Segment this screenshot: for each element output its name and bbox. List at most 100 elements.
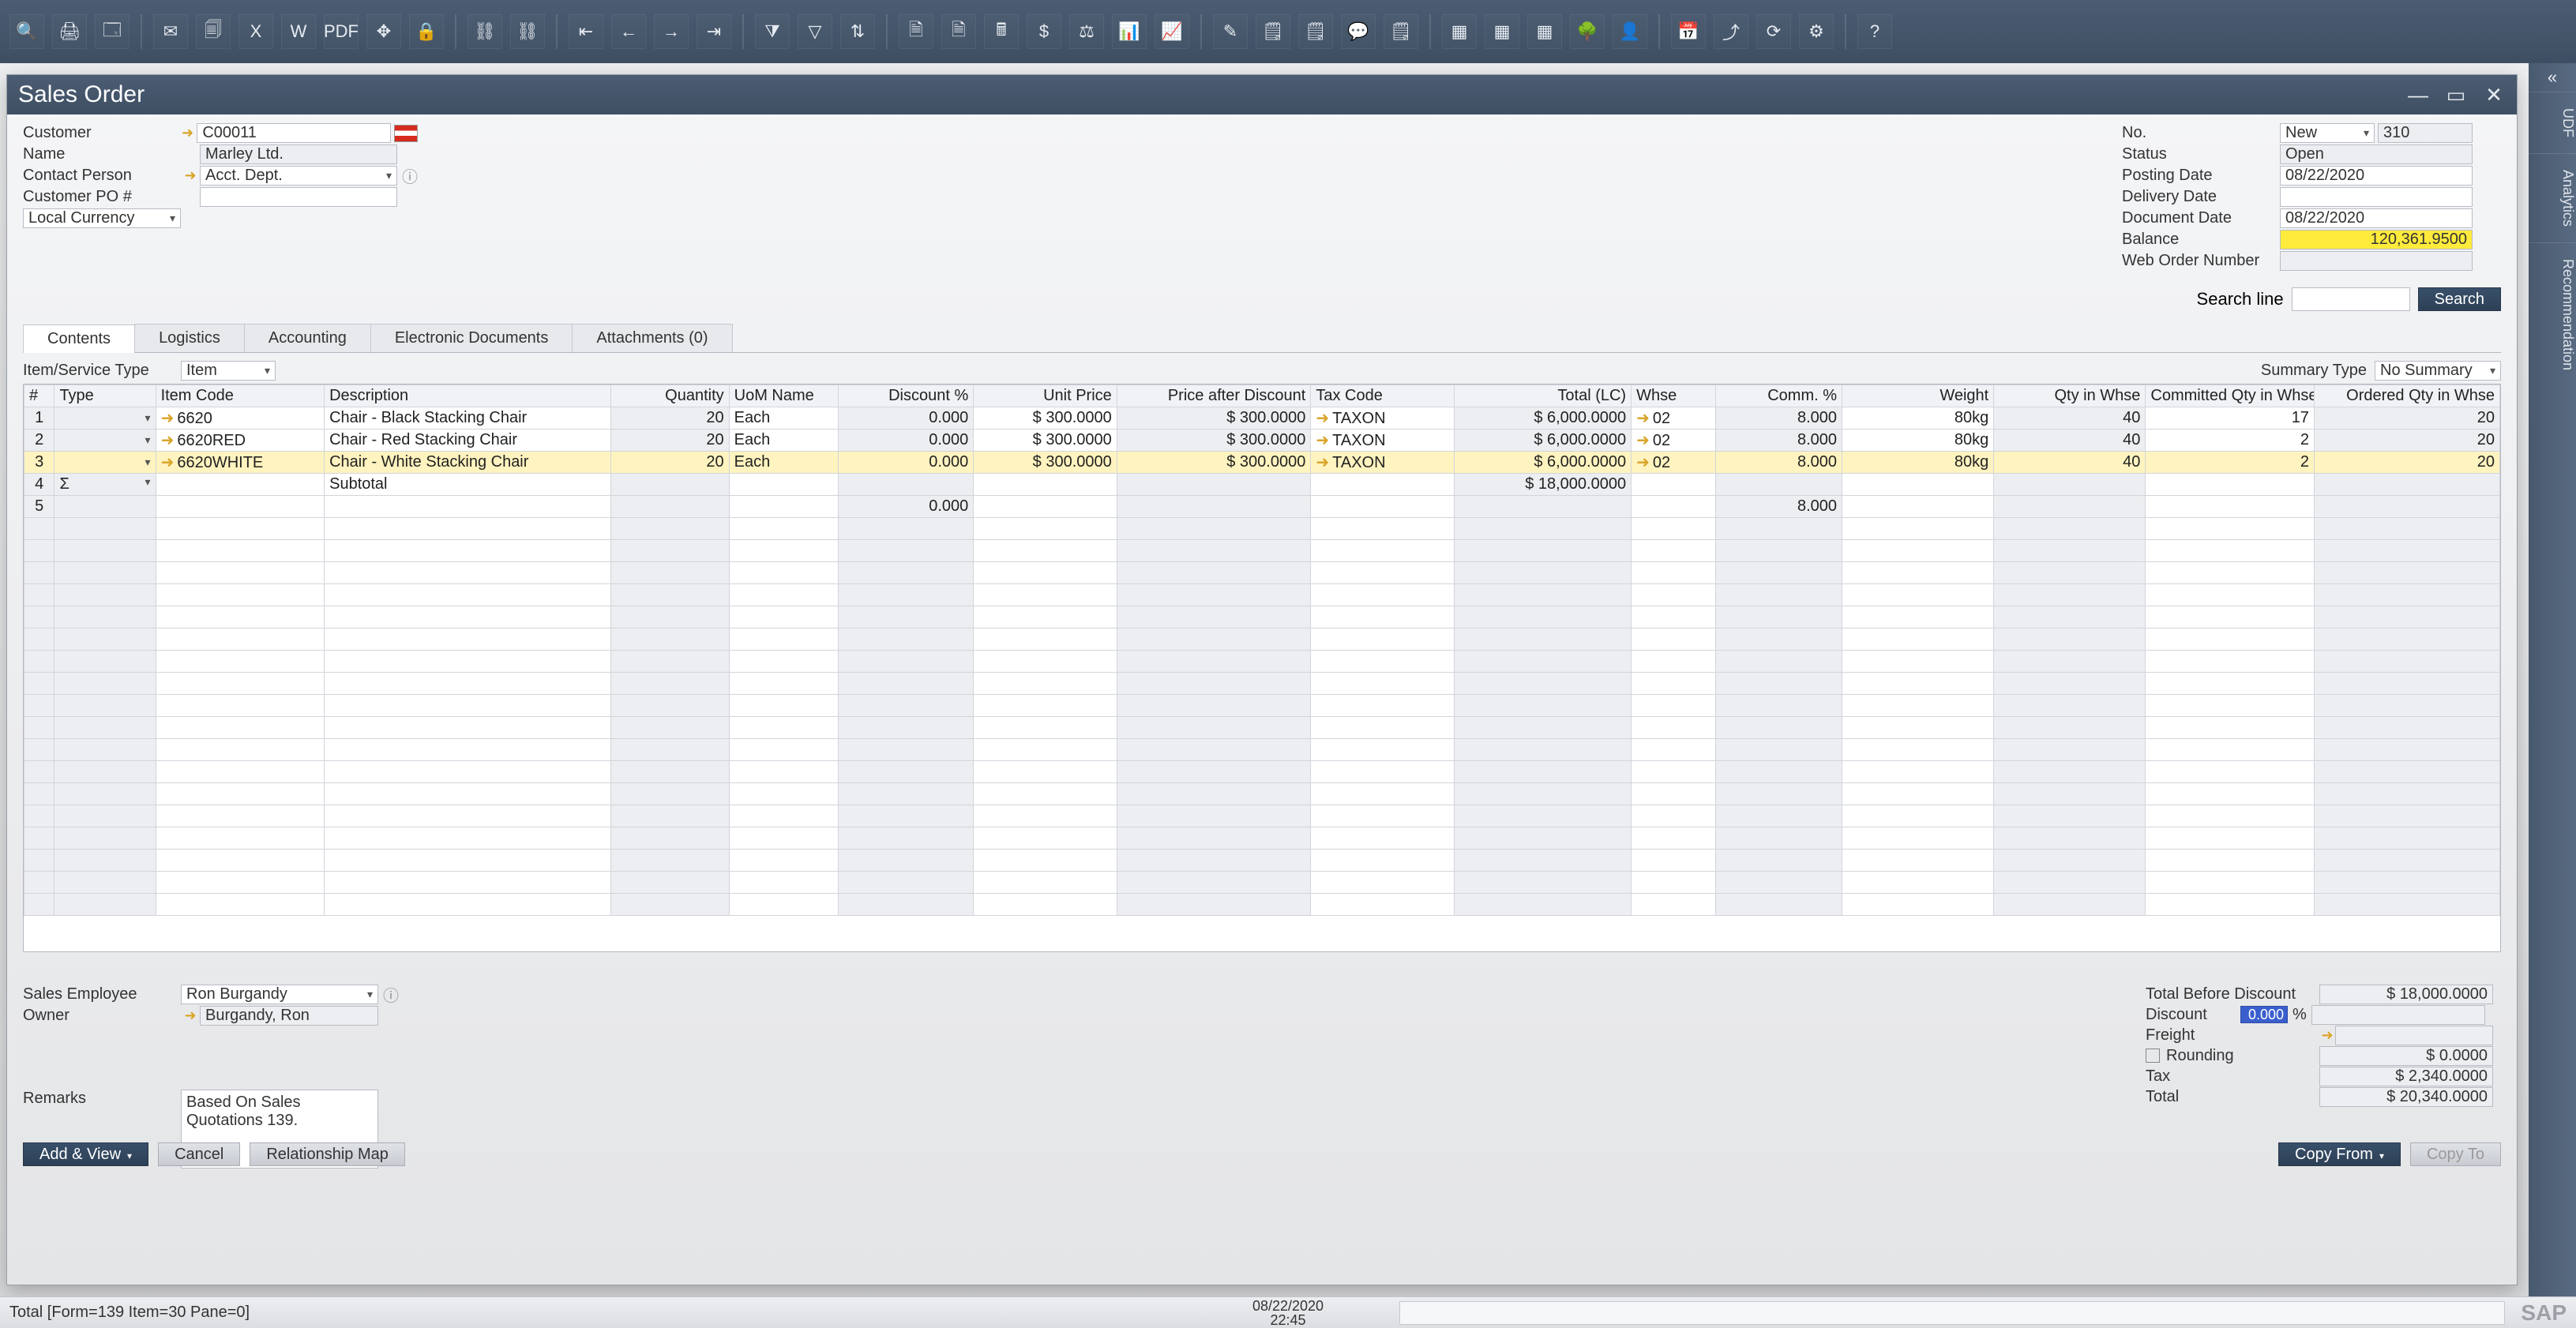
cell-empty[interactable] bbox=[1454, 695, 1631, 717]
cell-empty[interactable] bbox=[974, 894, 1117, 916]
cell-empty[interactable] bbox=[1117, 827, 1311, 850]
cell-qty[interactable]: 20 bbox=[611, 430, 729, 452]
cell-description[interactable]: Subtotal bbox=[325, 474, 611, 496]
cell-empty[interactable] bbox=[1311, 673, 1455, 695]
cell-empty[interactable] bbox=[974, 518, 1117, 540]
cell-empty[interactable] bbox=[1311, 717, 1455, 739]
cell-rownum[interactable] bbox=[24, 872, 54, 894]
cell-rownum[interactable]: 4 bbox=[24, 474, 54, 496]
cell-empty[interactable] bbox=[325, 827, 611, 850]
cell-empty[interactable] bbox=[1311, 761, 1455, 783]
cell-empty[interactable] bbox=[1842, 673, 1994, 695]
cell-empty[interactable] bbox=[839, 761, 974, 783]
cell-type[interactable]: ▾ bbox=[54, 407, 156, 430]
no-series-select[interactable]: New bbox=[2280, 123, 2375, 143]
cell-empty[interactable] bbox=[325, 518, 611, 540]
cell-empty[interactable] bbox=[729, 827, 839, 850]
cell-empty[interactable] bbox=[2314, 850, 2499, 872]
cell-empty[interactable] bbox=[156, 850, 325, 872]
cell-empty[interactable] bbox=[1632, 783, 1716, 805]
cell-item-code[interactable]: ➜6620 bbox=[156, 407, 325, 430]
cell-empty[interactable] bbox=[1842, 783, 1994, 805]
cell[interactable] bbox=[1632, 496, 1716, 518]
tb-cal-icon[interactable]: 📅 bbox=[1671, 14, 1706, 49]
cell-empty[interactable] bbox=[156, 540, 325, 562]
cell-empty[interactable] bbox=[1715, 651, 1842, 673]
cell-empty[interactable] bbox=[325, 783, 611, 805]
cell-empty[interactable] bbox=[156, 628, 325, 651]
cell[interactable] bbox=[974, 496, 1117, 518]
cell-unit-price[interactable]: $ 300.0000 bbox=[974, 430, 1117, 452]
table-row-empty[interactable] bbox=[24, 651, 2500, 673]
cell-rownum[interactable] bbox=[24, 827, 54, 850]
cell-ordered-qty[interactable]: 20 bbox=[2314, 430, 2499, 452]
cell-empty[interactable] bbox=[1311, 739, 1455, 761]
cell-weight[interactable]: 80kg bbox=[1842, 430, 1994, 452]
tb-money-icon[interactable]: $ bbox=[1027, 14, 1061, 49]
cell-rownum[interactable]: 5 bbox=[24, 496, 54, 518]
cell-empty[interactable] bbox=[1632, 805, 1716, 827]
cell-empty[interactable] bbox=[1632, 584, 1716, 606]
tb-scale-icon[interactable]: ⚖ bbox=[1069, 14, 1104, 49]
cell-empty[interactable] bbox=[1311, 518, 1455, 540]
tb-funnel-icon[interactable]: ▽ bbox=[798, 14, 832, 49]
cell-empty[interactable] bbox=[1715, 540, 1842, 562]
cell-uom[interactable]: Each bbox=[729, 430, 839, 452]
add-view-button[interactable]: Add & View bbox=[23, 1142, 148, 1166]
tb-pdf-icon[interactable]: PDF bbox=[324, 14, 359, 49]
cell-empty[interactable] bbox=[156, 717, 325, 739]
cell-empty[interactable] bbox=[1454, 584, 1631, 606]
tb-doc1-icon[interactable]: 🗎 bbox=[899, 14, 933, 49]
cell-rownum[interactable] bbox=[24, 805, 54, 827]
cell-empty[interactable] bbox=[1715, 872, 1842, 894]
cell-empty[interactable] bbox=[54, 584, 156, 606]
cell-committed-qty[interactable]: 17 bbox=[2146, 407, 2315, 430]
tb-back-icon[interactable]: ← bbox=[611, 14, 646, 49]
cell-empty[interactable] bbox=[2314, 783, 2499, 805]
cell-empty[interactable] bbox=[974, 805, 1117, 827]
cell-empty[interactable] bbox=[54, 695, 156, 717]
cell-empty[interactable] bbox=[611, 717, 729, 739]
cell-empty[interactable] bbox=[156, 651, 325, 673]
cell-empty[interactable] bbox=[611, 850, 729, 872]
cell-empty[interactable] bbox=[1311, 651, 1455, 673]
tb-doc2-icon[interactable]: 🗎 bbox=[941, 14, 976, 49]
side-panel-recommendation[interactable]: Recommendation bbox=[2529, 242, 2576, 386]
cell-empty[interactable] bbox=[54, 651, 156, 673]
cell-empty[interactable] bbox=[2146, 628, 2315, 651]
cell-empty[interactable] bbox=[974, 739, 1117, 761]
cell-rownum[interactable] bbox=[24, 562, 54, 584]
cell-empty[interactable] bbox=[839, 850, 974, 872]
cell-empty[interactable] bbox=[2146, 540, 2315, 562]
cell-empty[interactable] bbox=[2146, 673, 2315, 695]
cell-comm[interactable]: 8.000 bbox=[1715, 407, 1842, 430]
cell-empty[interactable] bbox=[729, 805, 839, 827]
cell-empty[interactable] bbox=[325, 894, 611, 916]
cell-empty[interactable] bbox=[156, 518, 325, 540]
col-weight[interactable]: Weight bbox=[1842, 385, 1994, 407]
cell-empty[interactable] bbox=[729, 651, 839, 673]
cell-rownum[interactable] bbox=[24, 651, 54, 673]
cell-empty[interactable] bbox=[1311, 850, 1455, 872]
cell-empty[interactable] bbox=[974, 606, 1117, 628]
cell[interactable] bbox=[156, 474, 325, 496]
cell-empty[interactable] bbox=[54, 717, 156, 739]
cell-rownum[interactable] bbox=[24, 695, 54, 717]
info-icon[interactable]: ⓘ bbox=[402, 164, 418, 187]
table-row-subtotal[interactable]: 4 Σ▾ Subtotal $ 18,000.0000 bbox=[24, 474, 2500, 496]
cell-committed-qty[interactable]: 2 bbox=[2146, 430, 2315, 452]
discount-pct-input[interactable] bbox=[2240, 1006, 2288, 1023]
cell-empty[interactable] bbox=[1117, 562, 1311, 584]
cell-empty[interactable] bbox=[2314, 805, 2499, 827]
cell[interactable] bbox=[1632, 474, 1716, 496]
cell-empty[interactable] bbox=[54, 628, 156, 651]
cell-empty[interactable] bbox=[325, 695, 611, 717]
cell-empty[interactable] bbox=[729, 739, 839, 761]
cell-rownum[interactable] bbox=[24, 673, 54, 695]
cell-empty[interactable] bbox=[1454, 850, 1631, 872]
cell-empty[interactable] bbox=[156, 783, 325, 805]
table-row[interactable]: 3 ▾ ➜6620WHITE Chair - White Stacking Ch… bbox=[24, 452, 2500, 474]
cell-empty[interactable] bbox=[1994, 894, 2146, 916]
cell-empty[interactable] bbox=[2314, 673, 2499, 695]
cell-empty[interactable] bbox=[611, 761, 729, 783]
